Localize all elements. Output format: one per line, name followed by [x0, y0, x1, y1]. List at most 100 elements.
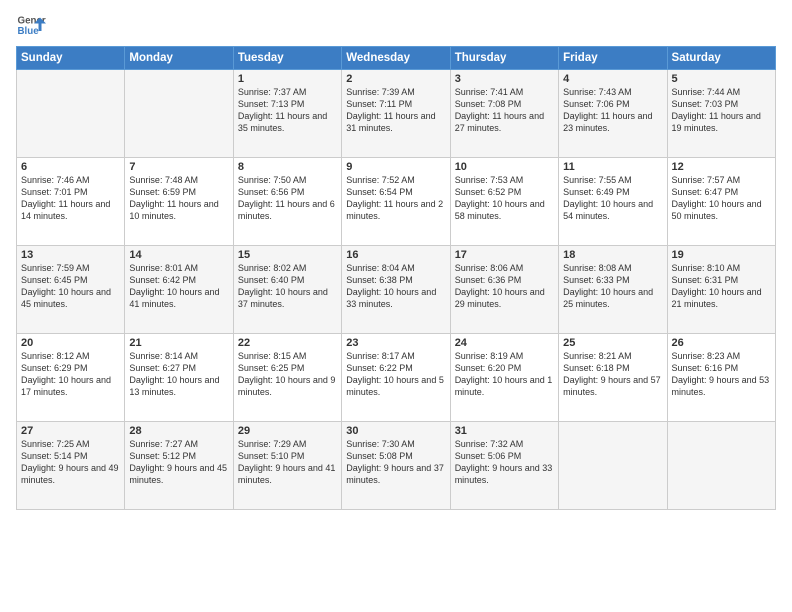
day-number: 26 — [672, 337, 771, 349]
calendar-cell: 29Sunrise: 7:29 AM Sunset: 5:10 PM Dayli… — [233, 422, 341, 510]
calendar-week-row: 1Sunrise: 7:37 AM Sunset: 7:13 PM Daylig… — [17, 70, 776, 158]
calendar-cell: 12Sunrise: 7:57 AM Sunset: 6:47 PM Dayli… — [667, 158, 775, 246]
day-number: 15 — [238, 249, 337, 261]
day-info: Sunrise: 8:14 AM Sunset: 6:27 PM Dayligh… — [129, 350, 228, 399]
day-info: Sunrise: 7:46 AM Sunset: 7:01 PM Dayligh… — [21, 174, 120, 223]
day-info: Sunrise: 7:30 AM Sunset: 5:08 PM Dayligh… — [346, 438, 445, 487]
calendar-header: SundayMondayTuesdayWednesdayThursdayFrid… — [17, 47, 776, 70]
day-info: Sunrise: 8:02 AM Sunset: 6:40 PM Dayligh… — [238, 262, 337, 311]
calendar-cell: 5Sunrise: 7:44 AM Sunset: 7:03 PM Daylig… — [667, 70, 775, 158]
day-info: Sunrise: 7:37 AM Sunset: 7:13 PM Dayligh… — [238, 86, 337, 135]
calendar-cell: 1Sunrise: 7:37 AM Sunset: 7:13 PM Daylig… — [233, 70, 341, 158]
day-info: Sunrise: 8:06 AM Sunset: 6:36 PM Dayligh… — [455, 262, 554, 311]
calendar-cell: 24Sunrise: 8:19 AM Sunset: 6:20 PM Dayli… — [450, 334, 558, 422]
calendar-cell: 13Sunrise: 7:59 AM Sunset: 6:45 PM Dayli… — [17, 246, 125, 334]
calendar-cell — [17, 70, 125, 158]
weekday-header: Thursday — [450, 47, 558, 70]
day-number: 17 — [455, 249, 554, 261]
day-number: 24 — [455, 337, 554, 349]
calendar-cell: 21Sunrise: 8:14 AM Sunset: 6:27 PM Dayli… — [125, 334, 233, 422]
day-number: 21 — [129, 337, 228, 349]
day-number: 10 — [455, 161, 554, 173]
day-info: Sunrise: 8:21 AM Sunset: 6:18 PM Dayligh… — [563, 350, 662, 399]
day-info: Sunrise: 8:01 AM Sunset: 6:42 PM Dayligh… — [129, 262, 228, 311]
day-info: Sunrise: 7:57 AM Sunset: 6:47 PM Dayligh… — [672, 174, 771, 223]
calendar-cell: 26Sunrise: 8:23 AM Sunset: 6:16 PM Dayli… — [667, 334, 775, 422]
day-number: 29 — [238, 425, 337, 437]
day-info: Sunrise: 8:04 AM Sunset: 6:38 PM Dayligh… — [346, 262, 445, 311]
day-info: Sunrise: 7:27 AM Sunset: 5:12 PM Dayligh… — [129, 438, 228, 487]
calendar-cell: 9Sunrise: 7:52 AM Sunset: 6:54 PM Daylig… — [342, 158, 450, 246]
calendar-cell: 20Sunrise: 8:12 AM Sunset: 6:29 PM Dayli… — [17, 334, 125, 422]
day-number: 28 — [129, 425, 228, 437]
day-number: 16 — [346, 249, 445, 261]
day-number: 7 — [129, 161, 228, 173]
calendar-cell: 7Sunrise: 7:48 AM Sunset: 6:59 PM Daylig… — [125, 158, 233, 246]
day-number: 9 — [346, 161, 445, 173]
day-number: 20 — [21, 337, 120, 349]
day-number: 3 — [455, 73, 554, 85]
day-info: Sunrise: 7:43 AM Sunset: 7:06 PM Dayligh… — [563, 86, 662, 135]
day-number: 31 — [455, 425, 554, 437]
day-info: Sunrise: 7:29 AM Sunset: 5:10 PM Dayligh… — [238, 438, 337, 487]
day-info: Sunrise: 7:59 AM Sunset: 6:45 PM Dayligh… — [21, 262, 120, 311]
day-number: 25 — [563, 337, 662, 349]
day-info: Sunrise: 8:17 AM Sunset: 6:22 PM Dayligh… — [346, 350, 445, 399]
day-number: 22 — [238, 337, 337, 349]
calendar-cell: 30Sunrise: 7:30 AM Sunset: 5:08 PM Dayli… — [342, 422, 450, 510]
day-number: 2 — [346, 73, 445, 85]
calendar-cell: 3Sunrise: 7:41 AM Sunset: 7:08 PM Daylig… — [450, 70, 558, 158]
day-info: Sunrise: 7:44 AM Sunset: 7:03 PM Dayligh… — [672, 86, 771, 135]
day-number: 18 — [563, 249, 662, 261]
calendar-cell: 31Sunrise: 7:32 AM Sunset: 5:06 PM Dayli… — [450, 422, 558, 510]
logo-icon: General Blue — [16, 10, 46, 40]
calendar-cell: 23Sunrise: 8:17 AM Sunset: 6:22 PM Dayli… — [342, 334, 450, 422]
day-info: Sunrise: 8:15 AM Sunset: 6:25 PM Dayligh… — [238, 350, 337, 399]
calendar-cell: 14Sunrise: 8:01 AM Sunset: 6:42 PM Dayli… — [125, 246, 233, 334]
day-info: Sunrise: 8:10 AM Sunset: 6:31 PM Dayligh… — [672, 262, 771, 311]
day-number: 1 — [238, 73, 337, 85]
day-info: Sunrise: 8:23 AM Sunset: 6:16 PM Dayligh… — [672, 350, 771, 399]
weekday-header: Saturday — [667, 47, 775, 70]
day-number: 14 — [129, 249, 228, 261]
day-number: 8 — [238, 161, 337, 173]
day-info: Sunrise: 7:53 AM Sunset: 6:52 PM Dayligh… — [455, 174, 554, 223]
day-info: Sunrise: 7:32 AM Sunset: 5:06 PM Dayligh… — [455, 438, 554, 487]
day-number: 11 — [563, 161, 662, 173]
day-info: Sunrise: 8:19 AM Sunset: 6:20 PM Dayligh… — [455, 350, 554, 399]
weekday-header: Sunday — [17, 47, 125, 70]
calendar-cell: 2Sunrise: 7:39 AM Sunset: 7:11 PM Daylig… — [342, 70, 450, 158]
calendar-table: SundayMondayTuesdayWednesdayThursdayFrid… — [16, 46, 776, 510]
logo: General Blue — [16, 10, 50, 40]
calendar-week-row: 13Sunrise: 7:59 AM Sunset: 6:45 PM Dayli… — [17, 246, 776, 334]
weekday-header: Monday — [125, 47, 233, 70]
day-info: Sunrise: 7:39 AM Sunset: 7:11 PM Dayligh… — [346, 86, 445, 135]
day-number: 5 — [672, 73, 771, 85]
day-info: Sunrise: 8:12 AM Sunset: 6:29 PM Dayligh… — [21, 350, 120, 399]
calendar-cell: 11Sunrise: 7:55 AM Sunset: 6:49 PM Dayli… — [559, 158, 667, 246]
day-info: Sunrise: 7:52 AM Sunset: 6:54 PM Dayligh… — [346, 174, 445, 223]
calendar-week-row: 6Sunrise: 7:46 AM Sunset: 7:01 PM Daylig… — [17, 158, 776, 246]
calendar-cell: 25Sunrise: 8:21 AM Sunset: 6:18 PM Dayli… — [559, 334, 667, 422]
calendar-cell: 16Sunrise: 8:04 AM Sunset: 6:38 PM Dayli… — [342, 246, 450, 334]
day-info: Sunrise: 7:41 AM Sunset: 7:08 PM Dayligh… — [455, 86, 554, 135]
header: General Blue — [16, 10, 776, 40]
calendar-cell: 19Sunrise: 8:10 AM Sunset: 6:31 PM Dayli… — [667, 246, 775, 334]
weekday-header: Wednesday — [342, 47, 450, 70]
day-number: 23 — [346, 337, 445, 349]
calendar-cell: 15Sunrise: 8:02 AM Sunset: 6:40 PM Dayli… — [233, 246, 341, 334]
calendar-cell — [125, 70, 233, 158]
calendar-cell: 4Sunrise: 7:43 AM Sunset: 7:06 PM Daylig… — [559, 70, 667, 158]
day-number: 4 — [563, 73, 662, 85]
calendar-week-row: 20Sunrise: 8:12 AM Sunset: 6:29 PM Dayli… — [17, 334, 776, 422]
calendar-cell: 28Sunrise: 7:27 AM Sunset: 5:12 PM Dayli… — [125, 422, 233, 510]
day-info: Sunrise: 7:48 AM Sunset: 6:59 PM Dayligh… — [129, 174, 228, 223]
calendar-week-row: 27Sunrise: 7:25 AM Sunset: 5:14 PM Dayli… — [17, 422, 776, 510]
day-number: 13 — [21, 249, 120, 261]
calendar-cell — [559, 422, 667, 510]
day-number: 19 — [672, 249, 771, 261]
weekday-header: Friday — [559, 47, 667, 70]
day-info: Sunrise: 7:50 AM Sunset: 6:56 PM Dayligh… — [238, 174, 337, 223]
calendar-cell: 27Sunrise: 7:25 AM Sunset: 5:14 PM Dayli… — [17, 422, 125, 510]
day-number: 12 — [672, 161, 771, 173]
